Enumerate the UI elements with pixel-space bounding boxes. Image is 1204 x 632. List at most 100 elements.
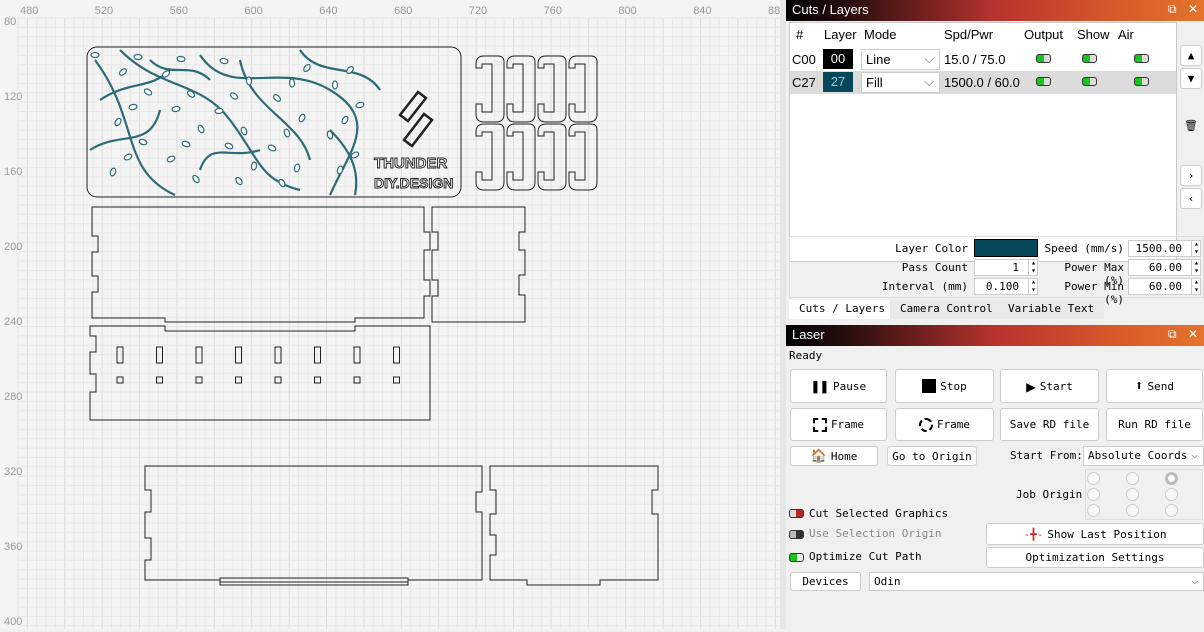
slot: [195, 376, 203, 384]
hook-piece: [568, 123, 598, 191]
label: Optimize Cut Path: [809, 550, 922, 563]
floral-leaf: [181, 140, 191, 148]
interval-input[interactable]: 0.100: [974, 278, 1038, 295]
logo-text: DIY.DESIGN: [374, 175, 453, 191]
tab-variable-text[interactable]: Variable Text: [998, 300, 1105, 319]
power-min-input[interactable]: 60.00: [1128, 278, 1201, 295]
optimization-settings-button[interactable]: Optimization Settings: [986, 547, 1204, 568]
label: Start: [1039, 379, 1073, 393]
job-origin-bottom-right[interactable]: [1165, 504, 1178, 517]
layer-swatch[interactable]: 00: [823, 49, 853, 69]
frame-rect-icon: [812, 417, 827, 432]
job-origin-middle-left[interactable]: [1087, 488, 1100, 501]
floral-leaf: [118, 68, 128, 76]
ruler-tick-label: 160: [4, 166, 22, 178]
floral-leaf: [197, 124, 205, 134]
device-select[interactable]: Odin: [869, 572, 1204, 591]
job-origin-bottom-left[interactable]: [1087, 504, 1100, 517]
float-icon[interactable]: ⧉: [1168, 2, 1177, 17]
floral-leaf: [341, 115, 349, 125]
circular-frame-button[interactable]: Frame: [895, 408, 994, 441]
floral-leaf: [240, 126, 248, 136]
job-origin-top-right[interactable]: [1165, 472, 1178, 485]
label: Stop: [940, 379, 967, 393]
show-toggle[interactable]: [1082, 54, 1097, 63]
col-header: #: [796, 27, 804, 42]
show-toggle[interactable]: [1082, 77, 1097, 86]
job-origin-top-center[interactable]: [1126, 472, 1139, 485]
floral-leaf: [288, 78, 296, 88]
cuts-layers-titlebar: Cuts / Layers ⧉ ✕: [786, 0, 1204, 21]
use-selection-origin-toggle[interactable]: [789, 530, 804, 539]
speed-input[interactable]: 1500.00: [1128, 240, 1201, 257]
job-origin-middle-right[interactable]: [1165, 488, 1178, 501]
expand-button[interactable]: ›: [1180, 165, 1202, 186]
layer-swatch[interactable]: 27: [823, 72, 853, 92]
frame-button[interactable]: Frame: [790, 408, 887, 441]
run-rd-file-button[interactable]: Run RD file: [1106, 408, 1203, 441]
job-origin-bottom-center[interactable]: [1126, 504, 1139, 517]
panel-title: Cuts / Layers: [792, 2, 869, 17]
floral-leaf: [161, 70, 171, 78]
label: Frame: [830, 418, 865, 431]
close-icon[interactable]: ✕: [1188, 327, 1198, 341]
col-header: Spd/Pwr: [944, 27, 994, 42]
layer-color-swatch[interactable]: [974, 239, 1038, 257]
splitter[interactable]: [780, 0, 786, 629]
layer-row[interactable]: C00 00 Line 15.0 / 75.0: [790, 48, 1176, 71]
tab-camera-control[interactable]: Camera Control: [890, 300, 1003, 319]
design-canvas[interactable]: 480 520 560 600 640 680 720 760 800 840 88 80 120 160…: [0, 0, 780, 629]
layer-row[interactable]: C27 27 Fill 1500.0 / 60.0: [790, 71, 1176, 94]
label: Interval (mm): [881, 280, 968, 293]
devices-button[interactable]: Devices: [790, 572, 861, 591]
move-down-button[interactable]: ▼: [1180, 68, 1202, 89]
ruler-tick-label: 200: [4, 241, 22, 253]
slot: [116, 376, 124, 384]
col-header: Show: [1077, 27, 1110, 42]
output-toggle[interactable]: [1036, 54, 1051, 63]
air-toggle[interactable]: [1134, 54, 1149, 63]
close-icon[interactable]: ✕: [1188, 2, 1198, 16]
tab-cuts-layers[interactable]: Cuts / Layers: [789, 300, 896, 319]
canvas-drawing[interactable]: 480 520 560 600 640 680 720 760 800 840 88 80 120 160…: [0, 0, 780, 629]
mode-select[interactable]: Line: [861, 49, 940, 70]
panel-title: Laser: [792, 327, 825, 342]
top-ruler: [0, 0, 780, 17]
label: Speed (mm/s): [1044, 242, 1124, 255]
job-origin-top-left[interactable]: [1087, 472, 1100, 485]
box-end-panel: [431, 206, 526, 323]
col-header: Layer: [824, 27, 857, 42]
output-toggle[interactable]: [1036, 77, 1051, 86]
ruler-tick-label: 400: [4, 616, 22, 628]
pause-button[interactable]: ❚❚ Pause: [790, 369, 887, 403]
start-button[interactable]: ▶ Start: [1000, 369, 1099, 403]
trash-icon[interactable]: 🗑: [1180, 116, 1202, 137]
stop-button[interactable]: Stop: [895, 369, 994, 403]
move-up-button[interactable]: ▲: [1180, 45, 1202, 66]
float-icon[interactable]: ⧉: [1168, 327, 1177, 342]
speed-power: 15.0 / 75.0: [944, 52, 1006, 67]
floral-leaf: [250, 161, 258, 171]
job-origin-center[interactable]: [1126, 488, 1139, 501]
power-max-input[interactable]: 60.00: [1128, 259, 1201, 276]
send-button[interactable]: ⬆ Send: [1106, 369, 1203, 403]
col-header: Mode: [864, 27, 897, 42]
cut-id: C00: [792, 52, 816, 67]
cut-selected-toggle[interactable]: [789, 509, 804, 518]
ruler-tick-label: 88: [768, 5, 780, 17]
collapse-button[interactable]: ‹: [1180, 188, 1202, 209]
go-to-origin-button[interactable]: Go to Origin: [887, 446, 977, 466]
start-from-select[interactable]: Absolute Coords: [1083, 446, 1204, 466]
air-toggle[interactable]: [1134, 77, 1149, 86]
ruler-tick-label: 520: [95, 5, 113, 17]
floral-leaf: [293, 163, 301, 173]
ruler-tick-label: 80: [4, 16, 16, 28]
save-rd-file-button[interactable]: Save RD file: [1000, 408, 1099, 441]
crosshair-icon: -╋-: [1023, 527, 1044, 541]
home-button[interactable]: 🏠 Home: [790, 446, 878, 466]
play-icon: ▶: [1026, 376, 1036, 396]
optimize-cut-path-toggle[interactable]: [789, 553, 804, 562]
mode-select[interactable]: Fill: [861, 72, 940, 93]
show-last-position-button[interactable]: -╋- Show Last Position: [986, 523, 1204, 545]
pass-count-input[interactable]: 1: [974, 259, 1038, 276]
